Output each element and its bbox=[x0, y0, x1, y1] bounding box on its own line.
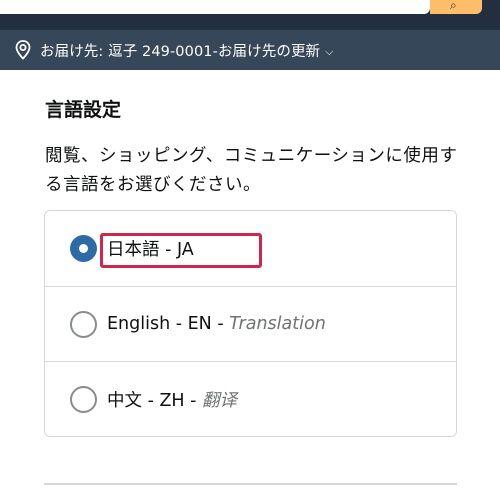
page-title: 言語設定 bbox=[45, 99, 122, 121]
language-option-en[interactable]: English - EN - Translation bbox=[45, 286, 456, 361]
radio-button-ja[interactable] bbox=[70, 235, 97, 262]
selection-highlight-box bbox=[100, 233, 262, 268]
language-name-zh: 中文 - ZH - bbox=[107, 390, 203, 411]
language-options: 日本語 - JA English - EN - Translation 中文 -… bbox=[44, 210, 457, 437]
radio-button-zh[interactable] bbox=[70, 385, 97, 413]
chevron-down-icon: ⌵ bbox=[325, 45, 334, 58]
delivery-location-label: お届け先: 逗子 249-0001-お届け先の更新 bbox=[40, 43, 321, 60]
delivery-location-bar[interactable]: お届け先: 逗子 249-0001-お届け先の更新 ⌵ bbox=[0, 30, 500, 70]
language-option-ja[interactable]: 日本語 - JA bbox=[45, 211, 456, 286]
page-description: 閲覧、ショッピング、コミュニケーションに使用する言語をお選びください。 bbox=[45, 146, 458, 195]
language-label-en: English - EN - Translation bbox=[107, 314, 326, 334]
language-label-zh: 中文 - ZH - 翻译 bbox=[107, 387, 237, 412]
search-button[interactable]: ⌕ bbox=[430, 0, 482, 14]
language-translation-zh: 翻译 bbox=[202, 390, 238, 411]
location-pin-icon bbox=[14, 39, 32, 61]
header-bar: ⌕ bbox=[0, 0, 500, 30]
language-translation-en: Translation bbox=[229, 314, 326, 334]
search-input[interactable] bbox=[0, 0, 430, 14]
language-name-en: English - EN - bbox=[107, 314, 230, 334]
language-option-zh[interactable]: 中文 - ZH - 翻译 bbox=[45, 361, 456, 436]
radio-button-en[interactable] bbox=[70, 310, 97, 338]
search-icon: ⌕ bbox=[450, 0, 457, 12]
section-divider bbox=[44, 483, 457, 485]
